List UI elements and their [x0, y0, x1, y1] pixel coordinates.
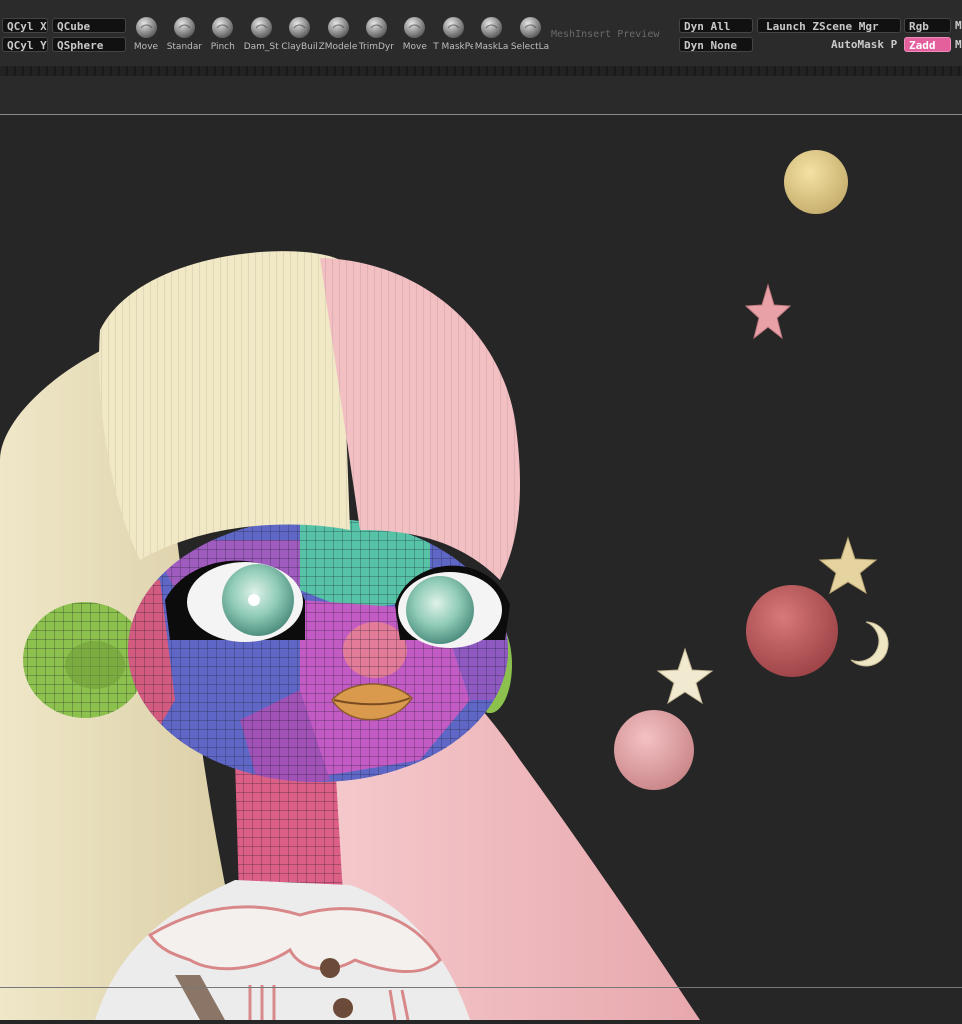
- trimdynamic-brush-icon: [365, 16, 388, 39]
- meshinsert-preview-label: MeshInsert Preview: [551, 29, 660, 40]
- brush-label: Dam_St: [243, 42, 279, 52]
- viewport-bottom-border: [0, 987, 962, 988]
- viewport-canvas[interactable]: [0, 115, 962, 1021]
- cream-star-object-2[interactable]: [656, 647, 714, 705]
- brush-label: TrimDyr: [358, 42, 394, 52]
- brush-label: T MaskPe: [433, 42, 474, 52]
- secondary-toolbar: [0, 76, 962, 115]
- brush-label: Move: [133, 42, 159, 52]
- pink-star-object[interactable]: [744, 283, 792, 340]
- selectlasso-brush-icon: [519, 16, 542, 39]
- dyn-none-button[interactable]: Dyn None: [679, 37, 753, 52]
- move-topological-brush-icon: [403, 16, 426, 39]
- standard-brush-icon: [173, 16, 196, 39]
- edge-m-label-1[interactable]: M: [955, 19, 962, 32]
- pink-ball-object[interactable]: [614, 710, 694, 790]
- brush-4-button[interactable]: ClayBuil: [280, 16, 320, 52]
- brush-5-button[interactable]: ZModele: [318, 16, 358, 52]
- red-ball-object[interactable]: [746, 585, 838, 677]
- brush-label: MaskLa: [474, 42, 509, 52]
- launch-zscene-mgr-button[interactable]: Launch ZScene Mgr: [757, 18, 901, 33]
- brush-9-button[interactable]: MaskLa: [472, 16, 512, 52]
- automask-label[interactable]: AutoMask P: [831, 38, 897, 51]
- zmodeler-brush-icon: [327, 16, 350, 39]
- qsphere-button[interactable]: QSphere: [52, 37, 126, 52]
- brush-2-button[interactable]: Pinch: [203, 16, 243, 52]
- rgb-button[interactable]: Rgb: [904, 18, 951, 33]
- move-brush-icon: [135, 16, 158, 39]
- edge-m-label-2[interactable]: M: [955, 38, 962, 51]
- masklasso-brush-icon: [480, 16, 503, 39]
- claybuildup-brush-icon: [288, 16, 311, 39]
- brush-label: SelectLa: [510, 42, 550, 52]
- brush-8-button[interactable]: T MaskPe: [433, 16, 473, 52]
- brush-label: ClayBuil: [281, 42, 318, 52]
- top-toolbar: QCyl X QCube QCyl Y QSphere Move Standar P…: [0, 0, 962, 67]
- damstandard-brush-icon: [250, 16, 273, 39]
- yellow-ball-object[interactable]: [784, 150, 848, 214]
- character-mesh[interactable]: [0, 251, 700, 1021]
- brush-label: Standar: [166, 42, 203, 52]
- toolbar-separator: [0, 66, 962, 76]
- brush-10-button[interactable]: SelectLa: [510, 16, 550, 52]
- maskpen-brush-icon: [442, 16, 465, 39]
- brush-3-button[interactable]: Dam_St: [241, 16, 281, 52]
- brush-1-button[interactable]: Standar: [164, 16, 204, 52]
- pinch-brush-icon: [211, 16, 234, 39]
- dyn-all-button[interactable]: Dyn All: [679, 18, 753, 33]
- cream-star-object-1[interactable]: [818, 536, 878, 595]
- qcyl-y-button[interactable]: QCyl Y: [2, 37, 48, 52]
- moon-object[interactable]: [850, 621, 889, 667]
- brush-0-button[interactable]: Move: [126, 16, 166, 52]
- qcube-button[interactable]: QCube: [52, 18, 126, 33]
- brush-6-button[interactable]: TrimDyr: [356, 16, 396, 52]
- brush-label: Move: [402, 42, 427, 52]
- brush-7-button[interactable]: Move: [395, 16, 435, 52]
- qcyl-x-button[interactable]: QCyl X: [2, 18, 48, 33]
- brush-label: ZModele: [318, 42, 358, 52]
- zadd-button[interactable]: Zadd: [904, 37, 951, 52]
- brush-label: Pinch: [210, 42, 235, 52]
